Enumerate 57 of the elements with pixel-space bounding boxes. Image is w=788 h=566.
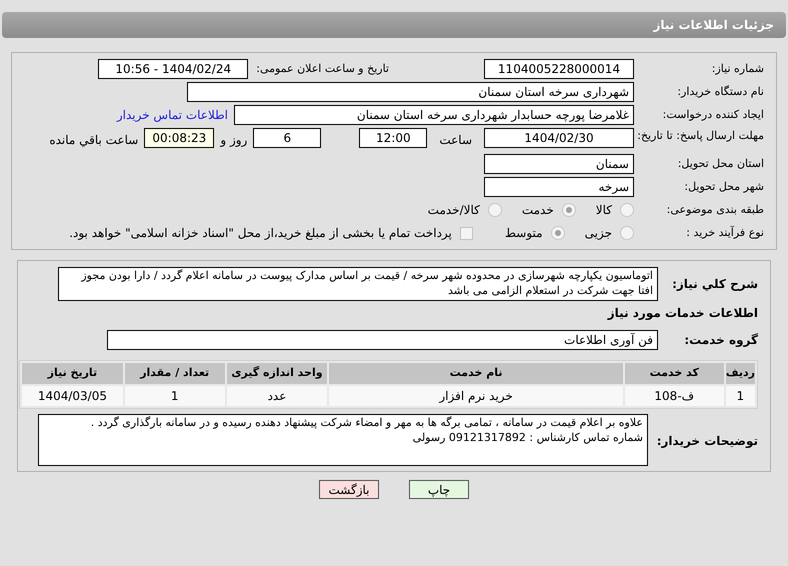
payment-note: پرداخت تمام یا بخشی از مبلغ خرید،از محل "اسناد خزانه اسلامی" خواهد بود. (69, 225, 452, 242)
buyer-org-field[interactable]: شهرداری سرخه استان سمنان (187, 82, 634, 102)
column-header: واحد اندازه گیری (226, 363, 328, 384)
column-header: تعداد / مقدار (124, 363, 225, 384)
table-cell: عدد (226, 386, 328, 406)
field-label: ساعت (439, 132, 472, 149)
radio-label: جزیی (584, 225, 612, 242)
table-cell: 1 (124, 386, 225, 406)
field-label: استان محل تحویل: (676, 156, 764, 172)
column-header: ردیف (726, 363, 755, 384)
deadline-time-field[interactable]: 12:00 (359, 128, 428, 148)
column-header: کد خدمت (624, 363, 724, 384)
buyer-notes-textarea[interactable]: علاوه بر اعلام قیمت در سامانه ، تمامی برگه ها به مهر و امضاء شرکت پیشنهاد دهنده رسیده و در سامانه بارگذاری گردد . شماره تماس کارشناس : 09121317892 رسولی (38, 414, 648, 466)
radio-button[interactable] (620, 226, 634, 240)
section-heading: اطلاعات خدمات مورد نیاز (606, 305, 758, 322)
column-header: تاریخ نیاز (22, 363, 123, 384)
radio-button[interactable] (488, 203, 502, 217)
back-button[interactable]: بازگشت (319, 480, 379, 499)
description-textarea[interactable]: اتوماسیون یکپارچه شهرسازی در محدوده شهر سرخه / قیمت بر اساس مدارک پیوست در سامانه اعلام گردد / دارا بودن مجوز افتا جهت شرکت در استعلام الزامی می باشد (58, 267, 658, 301)
radio-label: کالا (596, 202, 612, 219)
radio-button[interactable] (550, 226, 565, 240)
field-label: شهر محل تحویل: (683, 178, 764, 195)
contact-link[interactable]: اطلاعات تماس خریدار (116, 106, 228, 124)
checkbox[interactable] (460, 226, 473, 240)
field-label: نوع فرآیند خرید : (685, 224, 764, 241)
field-label: ساعت باقي مانده (49, 132, 138, 149)
table-cell: 1404/03/05 (22, 386, 123, 406)
page-title: جزئیات اطلاعات نیاز (653, 17, 774, 34)
print-button[interactable]: چاپ (409, 480, 469, 499)
province-field[interactable]: سمنان (484, 154, 634, 174)
radio-button[interactable] (620, 203, 634, 217)
table-cell: 1 (726, 386, 755, 406)
radio-label: متوسط (504, 225, 543, 242)
need-number-field[interactable]: 1104005228000014 (484, 59, 634, 79)
announce-date-field[interactable]: 1404/02/24 - 10:56 (98, 59, 248, 79)
field-label: نام دستگاه خریدار: (676, 84, 764, 100)
column-header: نام خدمت (329, 363, 623, 384)
field-label: مهلت ارسال پاسخ: تا تاریخ: (636, 128, 764, 143)
deadline-date-field[interactable]: 1404/02/30 (484, 128, 634, 148)
radio-label: خدمت (522, 202, 554, 219)
field-label: روز و (220, 132, 248, 149)
radio-label: کالا/خدمت (428, 202, 480, 219)
service-group-field[interactable]: فن آوری اطلاعات (107, 330, 658, 350)
table-cell: ف-108 (624, 386, 724, 406)
field-label: ایجاد کننده درخواست: (662, 106, 764, 123)
field-label: تاریخ و ساعت اعلان عمومی: (256, 60, 389, 77)
field-label: شرح کلي نیاز: (671, 276, 758, 293)
field-label: طبقه بندی موضوعی: (666, 202, 764, 218)
field-label: گروه خدمت: (683, 332, 758, 349)
remaining-time-field[interactable]: 00:08:23 (144, 128, 214, 148)
days-field[interactable]: 6 (253, 128, 322, 148)
field-label: شماره نیاز: (710, 60, 764, 77)
radio-button[interactable] (562, 203, 576, 217)
table-cell: خرید نرم افزار (329, 386, 623, 406)
creator-field[interactable]: غلامرضا پورچه حسابدار شهرداری سرخه استان سمنان (234, 105, 634, 125)
city-field[interactable]: سرخه (484, 177, 634, 197)
field-label: توضیحات خریدار: (656, 433, 758, 450)
